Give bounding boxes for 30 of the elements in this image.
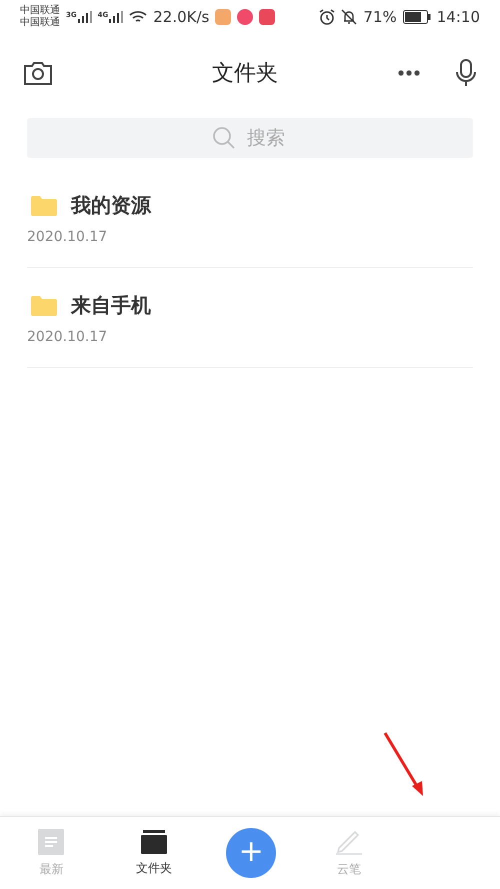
app-icon xyxy=(215,9,232,25)
folder-name[interactable]: 来自手机 xyxy=(71,292,151,319)
nav-tab[interactable]: 文件夹 xyxy=(124,830,184,876)
bell-off-icon xyxy=(341,9,358,25)
app-icon xyxy=(259,9,276,25)
folder-icon xyxy=(140,830,167,854)
folder-icon xyxy=(31,296,57,316)
search-field[interactable]: 搜索 xyxy=(27,118,473,158)
search-icon xyxy=(212,126,236,150)
camera-icon[interactable] xyxy=(24,61,52,85)
folder-icon xyxy=(31,196,57,216)
carrier-name: 中国联通 xyxy=(20,5,60,16)
folder-date: 2020.10.17 xyxy=(27,329,108,345)
page-title: 文件夹 xyxy=(211,60,279,88)
more-icon[interactable] xyxy=(398,70,420,76)
pen-icon xyxy=(334,828,363,854)
network-speed: 22.0K/s xyxy=(153,8,210,26)
app-icon xyxy=(237,9,254,25)
signal-icon xyxy=(78,11,92,23)
document-icon xyxy=(38,828,64,854)
folder-date: 2020.10.17 xyxy=(27,229,108,245)
alarm-icon xyxy=(319,9,336,25)
microphone-icon[interactable] xyxy=(456,59,476,87)
carrier-name: 中国联通 xyxy=(20,17,60,29)
battery-icon xyxy=(402,10,431,24)
wifi-icon xyxy=(129,10,148,24)
clock-time: 14:10 xyxy=(436,8,480,26)
battery-percent: 71% xyxy=(363,8,397,26)
folder-name[interactable]: 我的资源 xyxy=(71,192,151,219)
signal-icon xyxy=(109,11,124,23)
